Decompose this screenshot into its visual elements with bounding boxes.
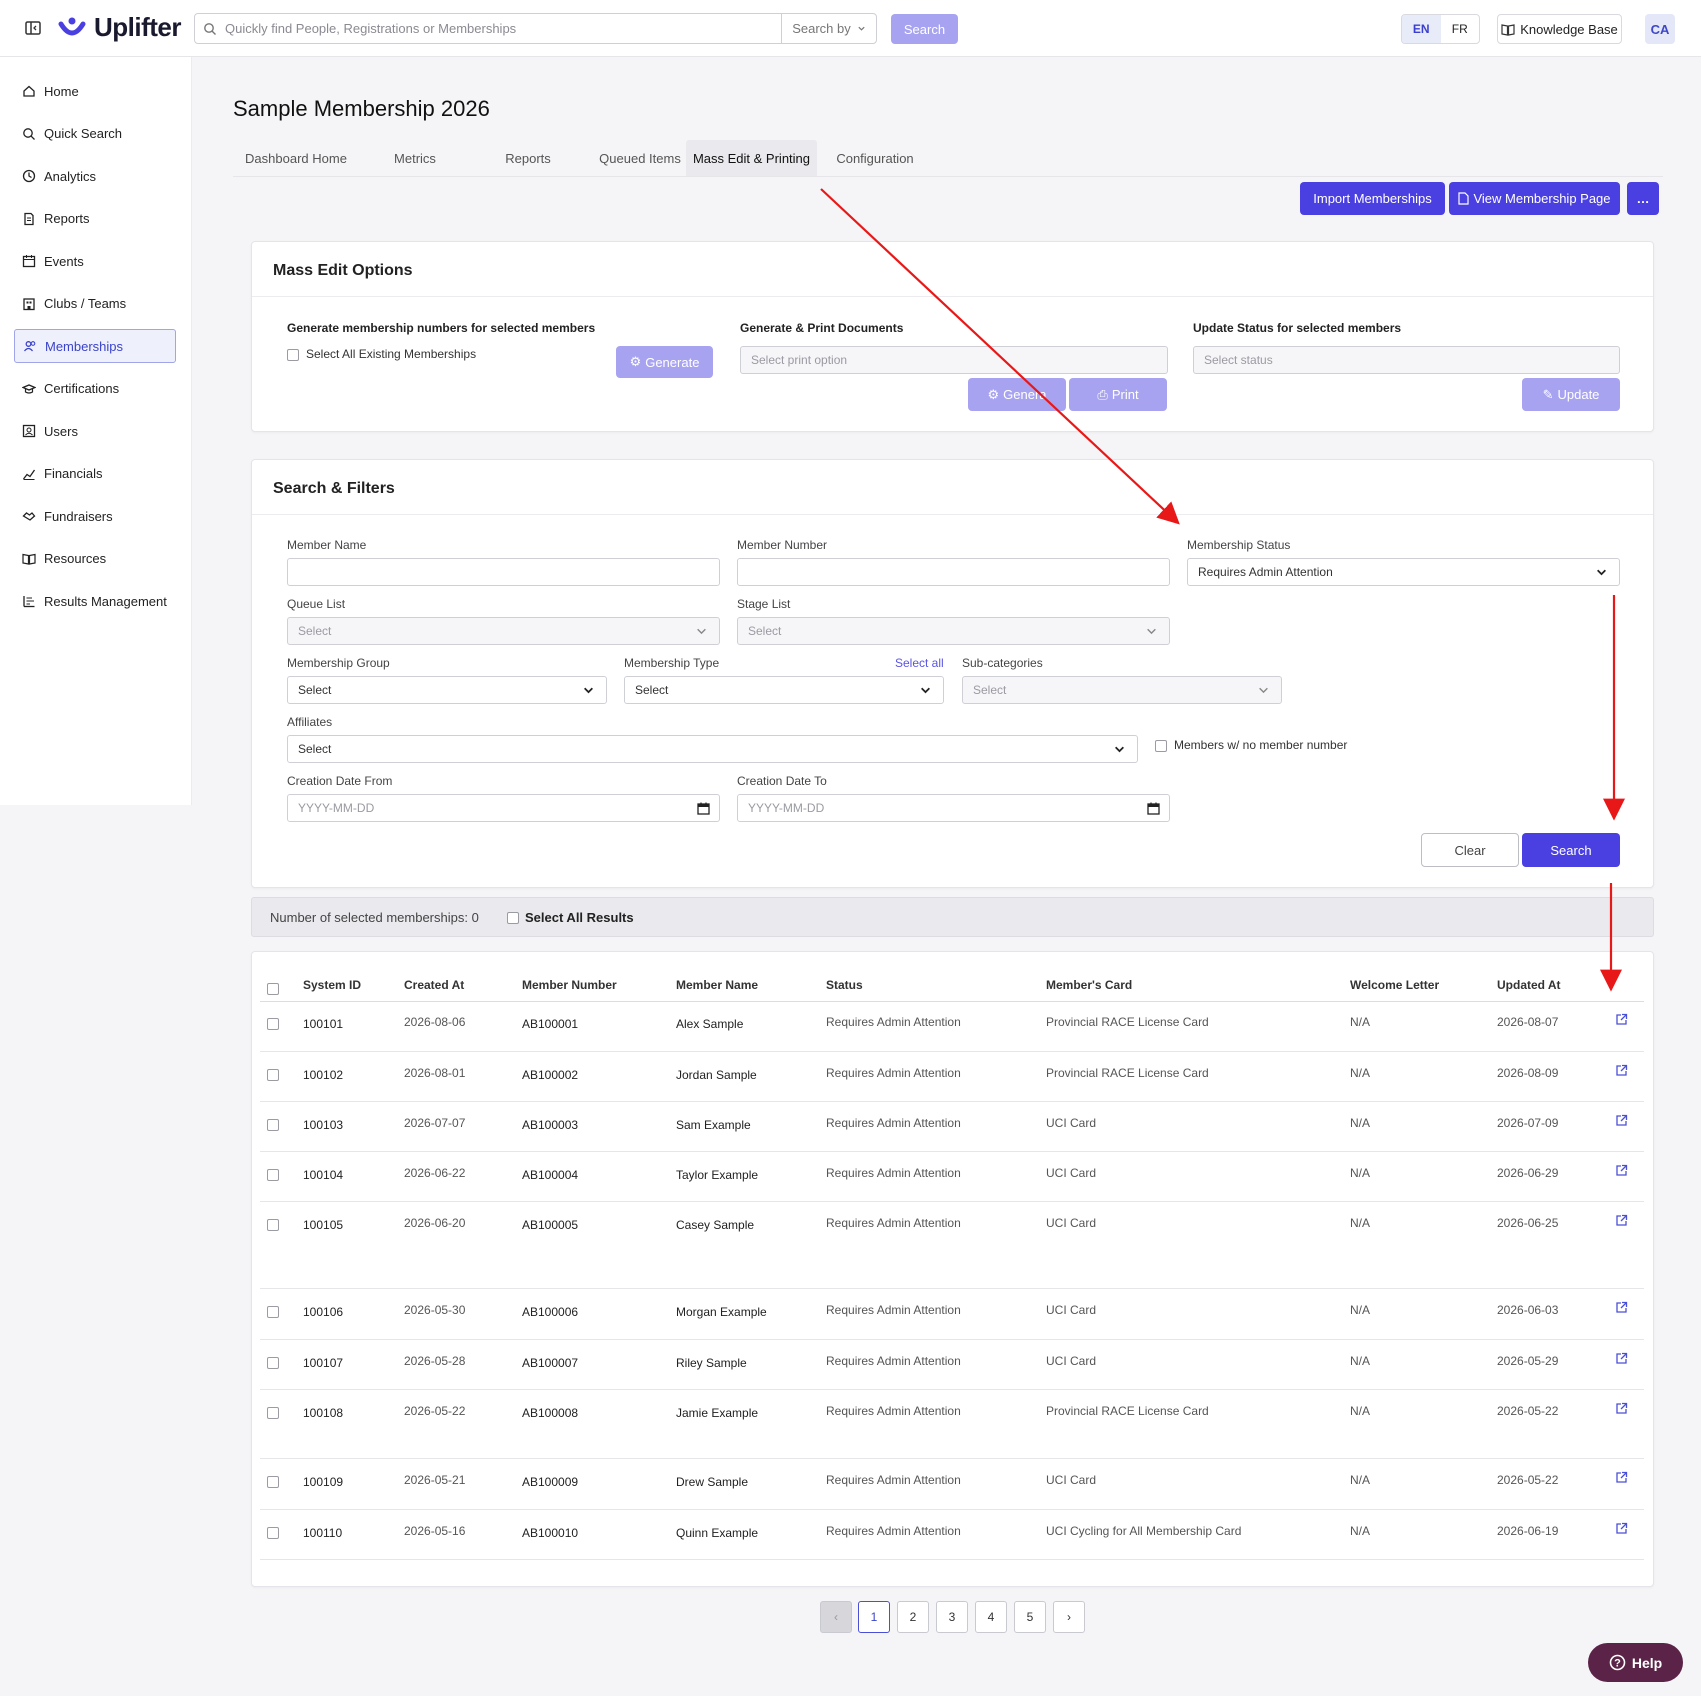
annotation-arrow	[820, 188, 1180, 525]
annotation-arrows	[820, 188, 1625, 992]
help-button[interactable]: ? Help	[1588, 1643, 1683, 1682]
svg-text:?: ?	[1614, 1658, 1621, 1670]
question-circle-icon: ?	[1609, 1654, 1626, 1671]
help-label: Help	[1631, 1654, 1663, 1671]
